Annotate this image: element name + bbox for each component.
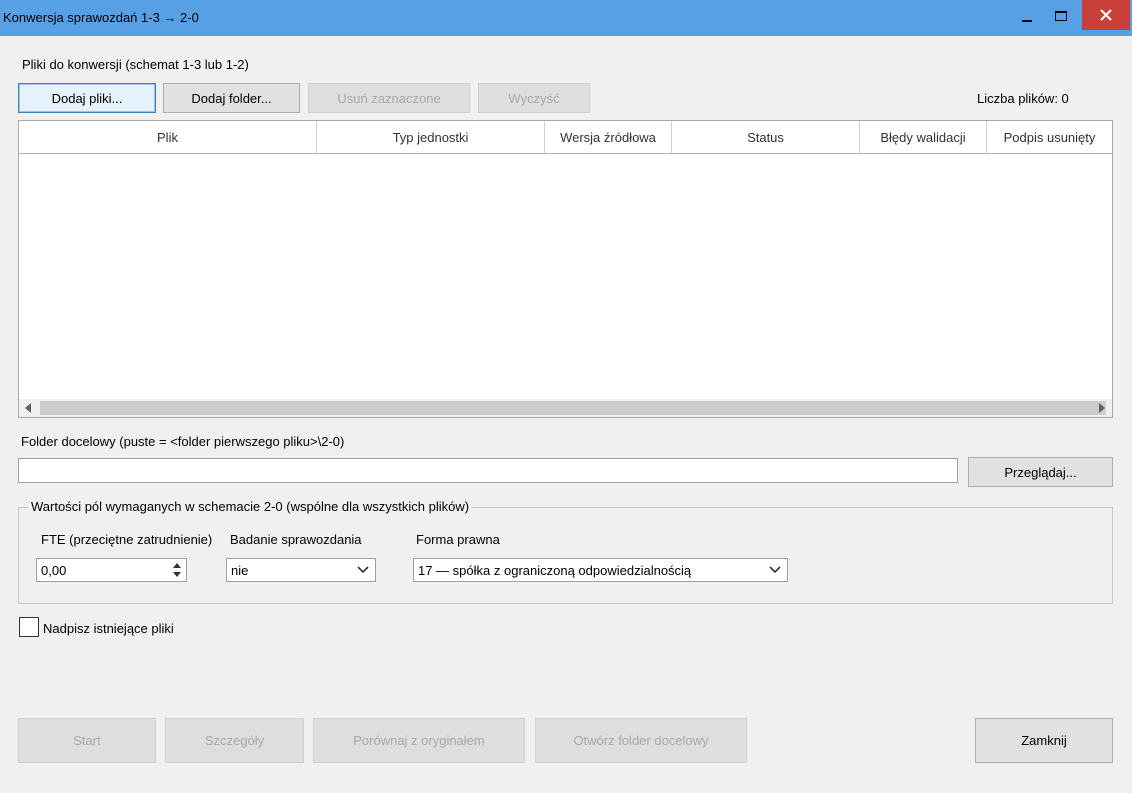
column-header-plik[interactable]: Plik	[19, 121, 317, 153]
legal-form-label: Forma prawna	[416, 532, 500, 547]
maximize-button[interactable]	[1045, 0, 1081, 36]
table-header: Plik Typ jednostki Wersja źródłowa Statu…	[19, 121, 1112, 154]
audit-label: Badanie sprawozdania	[230, 532, 362, 547]
remove-selected-button[interactable]: Usuń zaznaczone	[308, 83, 470, 113]
audit-value: nie	[231, 562, 249, 578]
required-fields-group-label: Wartości pól wymaganych w schemacie 2-0 …	[28, 499, 473, 514]
minimize-button[interactable]	[1011, 0, 1047, 36]
browse-button[interactable]: Przeglądaj...	[968, 457, 1113, 487]
scrollbar-thumb[interactable]	[40, 401, 1106, 415]
chevron-down-icon	[769, 566, 781, 574]
files-label: Pliki do konwersji (schemat 1-3 lub 1-2)	[22, 57, 249, 72]
column-header-wersja-zrodlowa[interactable]: Wersja źródłowa	[545, 121, 672, 153]
legal-form-value: 17 — spółka z ograniczoną odpowiedzialno…	[418, 562, 692, 578]
output-folder-input[interactable]	[18, 458, 958, 483]
column-header-status[interactable]: Status	[672, 121, 860, 153]
spinner-arrows-icon[interactable]	[172, 561, 182, 579]
fte-value: 0,00	[41, 562, 67, 578]
file-count: Liczba plików: 0	[977, 91, 1069, 106]
scroll-right-icon[interactable]	[1099, 403, 1105, 413]
open-folder-button[interactable]: Otwórz folder docelowy	[535, 718, 747, 763]
close-button[interactable]: Zamknij	[975, 718, 1113, 763]
audit-select[interactable]: nie	[226, 558, 376, 582]
minimize-icon	[1022, 20, 1032, 22]
required-fields-group	[18, 507, 1113, 604]
column-header-typ-jednostki[interactable]: Typ jednostki	[317, 121, 545, 153]
close-window-button[interactable]	[1082, 0, 1130, 30]
title-bar: Konwersja sprawozdań 1-3 → 2-0	[0, 0, 1132, 36]
close-icon	[1100, 9, 1112, 21]
fte-label: FTE (przeciętne zatrudnienie)	[41, 532, 213, 547]
chevron-down-icon	[357, 566, 369, 574]
horizontal-scrollbar[interactable]	[19, 399, 1112, 417]
add-folder-button[interactable]: Dodaj folder...	[163, 83, 300, 113]
details-button[interactable]: Szczegóły	[165, 718, 304, 763]
column-header-podpis-usuniety[interactable]: Podpis usunięty	[987, 121, 1112, 153]
overwrite-label[interactable]: Nadpisz istniejące pliki	[43, 621, 174, 636]
scroll-left-icon[interactable]	[25, 403, 31, 413]
column-header-bledy-walidacji[interactable]: Błędy walidacji	[860, 121, 987, 153]
add-files-button[interactable]: Dodaj pliki...	[18, 83, 156, 113]
fte-stepper[interactable]: 0,00	[36, 558, 187, 582]
files-table[interactable]: Plik Typ jednostki Wersja źródłowa Statu…	[18, 120, 1113, 418]
window-title: Konwersja sprawozdań 1-3 → 2-0	[3, 10, 199, 25]
output-folder-label: Folder docelowy (puste = <folder pierwsz…	[21, 434, 345, 449]
legal-form-select[interactable]: 17 — spółka z ograniczoną odpowiedzialno…	[413, 558, 788, 582]
compare-button[interactable]: Porównaj z oryginałem	[313, 718, 525, 763]
start-button[interactable]: Start	[18, 718, 156, 763]
clear-button[interactable]: Wyczyść	[478, 83, 590, 113]
overwrite-checkbox[interactable]	[19, 617, 39, 637]
maximize-icon	[1055, 11, 1067, 21]
